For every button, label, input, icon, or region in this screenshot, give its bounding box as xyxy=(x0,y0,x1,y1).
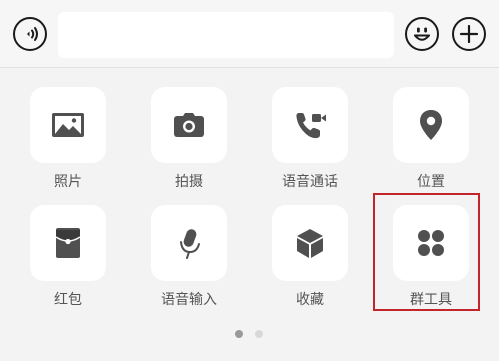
plus-icon xyxy=(459,24,479,44)
label-location: 位置 xyxy=(417,174,445,190)
input-bar xyxy=(0,0,499,68)
tile-voice-call[interactable] xyxy=(272,87,348,163)
tile-location[interactable] xyxy=(393,87,469,163)
phone-video-icon xyxy=(296,113,326,139)
voice-mode-button[interactable] xyxy=(13,17,47,51)
label-camera: 拍摄 xyxy=(175,174,203,190)
voice-mode-icon xyxy=(27,27,38,41)
emoji-button[interactable] xyxy=(405,17,439,51)
more-button[interactable] xyxy=(452,17,486,51)
label-voice-input: 语音输入 xyxy=(161,292,217,308)
page-indicator-inactive[interactable] xyxy=(255,330,263,338)
image-icon xyxy=(52,113,84,137)
emoji-icon xyxy=(414,27,430,41)
label-red-packet: 红包 xyxy=(54,292,82,308)
cube-icon xyxy=(297,229,323,258)
label-voice-call: 语音通话 xyxy=(282,174,338,190)
highlight-frame xyxy=(373,193,480,311)
tile-red-packet[interactable] xyxy=(30,205,106,281)
tile-camera[interactable] xyxy=(151,87,227,163)
label-favorites: 收藏 xyxy=(296,292,324,308)
tile-photos[interactable] xyxy=(30,87,106,163)
label-photos: 照片 xyxy=(54,174,82,190)
microphone-icon xyxy=(180,229,200,259)
tile-favorites[interactable] xyxy=(272,205,348,281)
camera-icon xyxy=(174,113,204,137)
tile-voice-input[interactable] xyxy=(151,205,227,281)
red-packet-icon xyxy=(55,228,81,258)
message-input[interactable] xyxy=(58,12,394,58)
page-indicator-active[interactable] xyxy=(235,330,243,338)
location-pin-icon xyxy=(420,110,442,140)
